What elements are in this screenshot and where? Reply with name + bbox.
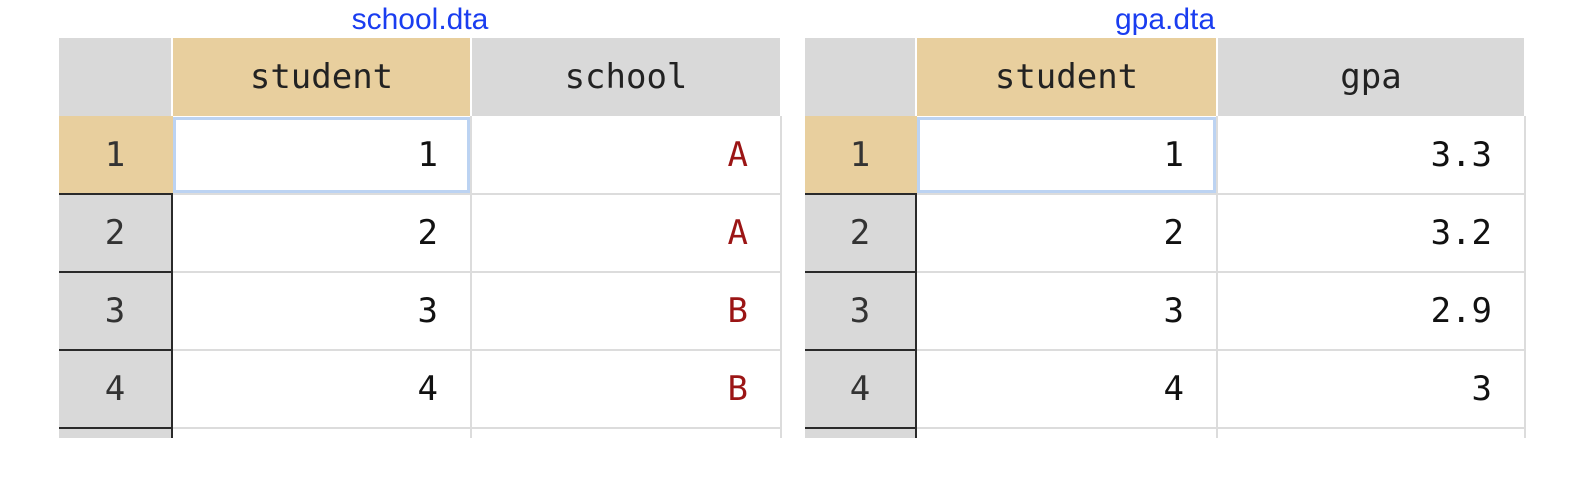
table-row: 1 1 3.3 xyxy=(805,116,1526,195)
cell-partial xyxy=(471,428,782,438)
cell-gpa[interactable]: 2.9 xyxy=(1217,272,1526,351)
cell-gpa[interactable]: 3.2 xyxy=(1217,194,1526,273)
cell-gpa[interactable]: 3.3 xyxy=(1217,116,1526,195)
row-number[interactable]: 1 xyxy=(59,116,173,195)
partial-row xyxy=(805,428,1526,438)
cell-partial xyxy=(916,428,1218,438)
table-row: 1 1 A xyxy=(59,116,782,195)
grid-corner[interactable] xyxy=(805,38,917,116)
cell-school[interactable]: A xyxy=(471,194,782,273)
cell-gpa[interactable]: 3 xyxy=(1217,350,1526,429)
table-row: 3 3 B xyxy=(59,272,782,351)
cell-student[interactable]: 4 xyxy=(172,350,472,429)
row-number[interactable]: 4 xyxy=(805,350,917,429)
cell-school[interactable]: A xyxy=(471,116,782,195)
column-header-school[interactable]: school xyxy=(471,38,782,116)
table-row: 2 2 A xyxy=(59,194,782,273)
cell-student[interactable]: 2 xyxy=(172,194,472,273)
grid-corner[interactable] xyxy=(59,38,173,116)
column-header-student[interactable]: student xyxy=(172,38,472,116)
cell-student[interactable]: 4 xyxy=(916,350,1218,429)
school-dataset-title: school.dta xyxy=(351,3,489,36)
gpa-data-grid: student gpa 1 1 3.3 2 2 3.2 3 3 2.9 4 4 … xyxy=(805,38,1526,438)
table-row: 4 4 3 xyxy=(805,350,1526,429)
row-number-partial xyxy=(805,428,917,438)
row-number-partial xyxy=(59,428,173,438)
row-number[interactable]: 3 xyxy=(59,272,173,351)
gpa-dataset-title: gpa.dta xyxy=(1114,3,1216,36)
header-row: student school xyxy=(59,38,782,116)
table-row: 2 2 3.2 xyxy=(805,194,1526,273)
row-number[interactable]: 2 xyxy=(59,194,173,273)
cell-student[interactable]: 3 xyxy=(916,272,1218,351)
cell-partial xyxy=(172,428,472,438)
row-number[interactable]: 4 xyxy=(59,350,173,429)
school-data-grid: student school 1 1 A 2 2 A 3 3 B 4 4 B xyxy=(59,38,782,438)
partial-row xyxy=(59,428,782,438)
cell-student[interactable]: 3 xyxy=(172,272,472,351)
cell-student[interactable]: 1 xyxy=(172,116,472,195)
column-header-student[interactable]: student xyxy=(916,38,1218,116)
cell-partial xyxy=(1217,428,1526,438)
row-number[interactable]: 2 xyxy=(805,194,917,273)
row-number[interactable]: 1 xyxy=(805,116,917,195)
cell-student[interactable]: 2 xyxy=(916,194,1218,273)
table-row: 4 4 B xyxy=(59,350,782,429)
table-row: 3 3 2.9 xyxy=(805,272,1526,351)
column-header-gpa[interactable]: gpa xyxy=(1217,38,1526,116)
cell-student[interactable]: 1 xyxy=(916,116,1218,195)
row-number[interactable]: 3 xyxy=(805,272,917,351)
header-row: student gpa xyxy=(805,38,1526,116)
cell-school[interactable]: B xyxy=(471,350,782,429)
cell-school[interactable]: B xyxy=(471,272,782,351)
